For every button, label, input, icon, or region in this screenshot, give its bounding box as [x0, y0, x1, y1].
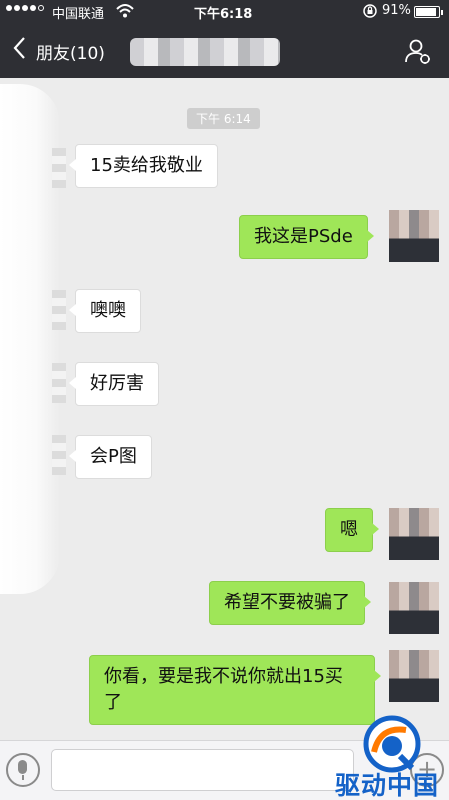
message-bubble-outgoing[interactable]: 你看，要是我不说你就出15买了 — [89, 655, 381, 725]
status-time: 下午6:18 — [194, 7, 253, 22]
status-bar: 中国联通 下午6:18 91% — [0, 0, 449, 24]
avatar[interactable] — [389, 582, 439, 634]
carrier-name: 中国联通 — [52, 7, 105, 22]
message-bubble-incoming[interactable]: 噢噢 — [69, 289, 141, 333]
message-bubble-outgoing[interactable]: 希望不要被骗了 — [209, 581, 371, 625]
avatar[interactable] — [389, 210, 439, 262]
watermark-text: 驱动中国 — [335, 771, 440, 800]
avatar[interactable] — [52, 290, 66, 330]
avatar[interactable] — [52, 435, 66, 475]
avatar[interactable] — [389, 650, 439, 702]
wifi-icon — [116, 2, 134, 24]
blurred-region — [0, 84, 60, 594]
avatar[interactable] — [52, 148, 66, 188]
avatar[interactable] — [389, 508, 439, 560]
message-input[interactable] — [51, 749, 354, 791]
voice-icon[interactable] — [6, 753, 40, 787]
battery-icon — [414, 6, 443, 18]
message-bubble-outgoing[interactable]: 嗯 — [325, 508, 379, 552]
lock-rotation-icon — [362, 3, 378, 23]
nav-bar: 朋友(10) — [0, 24, 449, 78]
message-bubble-incoming[interactable]: 15卖给我敬业 — [69, 144, 218, 188]
back-button[interactable] — [12, 36, 26, 68]
message-bubble-incoming[interactable]: 好厉害 — [69, 362, 159, 406]
chat-area[interactable]: 下午 6:14 15卖给我敬业 我这是PSde 噢噢 好厉害 会P图 嗯 希望不… — [0, 78, 449, 740]
message-bubble-incoming[interactable]: 会P图 — [69, 435, 152, 479]
person-icon[interactable] — [404, 37, 432, 65]
message-bubble-outgoing[interactable]: 我这是PSde — [239, 215, 374, 259]
back-label[interactable]: 朋友(10) — [36, 39, 105, 64]
message-timestamp: 下午 6:14 — [187, 108, 260, 129]
chat-title-blurred — [130, 38, 280, 66]
battery-percent: 91% — [382, 3, 411, 18]
chevron-left-icon[interactable] — [12, 36, 26, 60]
signal-icon — [6, 5, 44, 11]
avatar[interactable] — [52, 363, 66, 403]
